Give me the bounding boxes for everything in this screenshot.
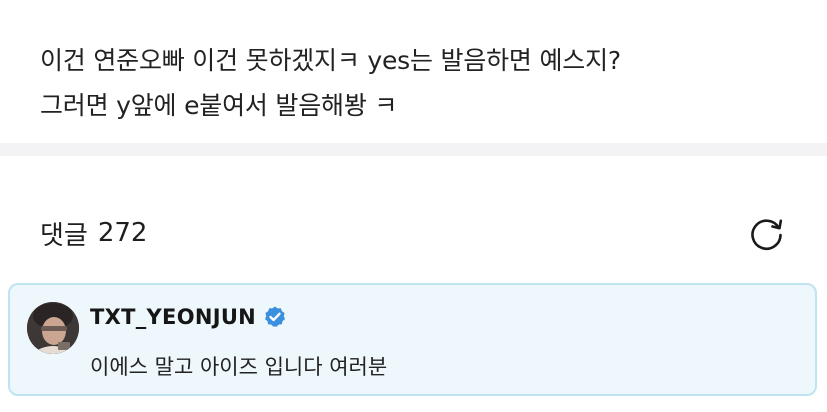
post-content: 이건 연준오빠 이건 못하겠지ㅋ yes는 발음하면 예스지? 그러면 y앞에 … bbox=[40, 38, 800, 128]
comment-text: 이에스 말고 아이즈 입니다 여러분 bbox=[90, 355, 388, 379]
refresh-button[interactable] bbox=[747, 213, 787, 253]
artist-comment-card[interactable]: TXT_YEONJUN 이에스 말고 아이즈 입니다 여러분 bbox=[8, 283, 817, 396]
comments-label: 댓글 bbox=[40, 220, 88, 251]
refresh-icon bbox=[751, 219, 783, 251]
comments-title: 댓글 272 bbox=[40, 215, 147, 252]
comments-count: 272 bbox=[97, 218, 148, 248]
post-text-line-2: 그러면 y앞에 e붙여서 발음해봥 ㅋ bbox=[40, 91, 398, 120]
section-divider bbox=[0, 143, 827, 156]
comments-header: 댓글 272 bbox=[40, 210, 787, 256]
comment-author-name[interactable]: TXT_YEONJUN bbox=[90, 305, 256, 329]
avatar-image bbox=[27, 302, 79, 354]
comment-author-row: TXT_YEONJUN bbox=[90, 305, 287, 329]
avatar[interactable] bbox=[27, 302, 79, 354]
verified-badge-icon bbox=[265, 306, 286, 327]
post-page: 이건 연준오빠 이건 못하겠지ㅋ yes는 발음하면 예스지? 그러면 y앞에 … bbox=[0, 0, 827, 412]
post-text-line-1: 이건 연준오빠 이건 못하겠지ㅋ yes는 발음하면 예스지? bbox=[40, 46, 621, 75]
